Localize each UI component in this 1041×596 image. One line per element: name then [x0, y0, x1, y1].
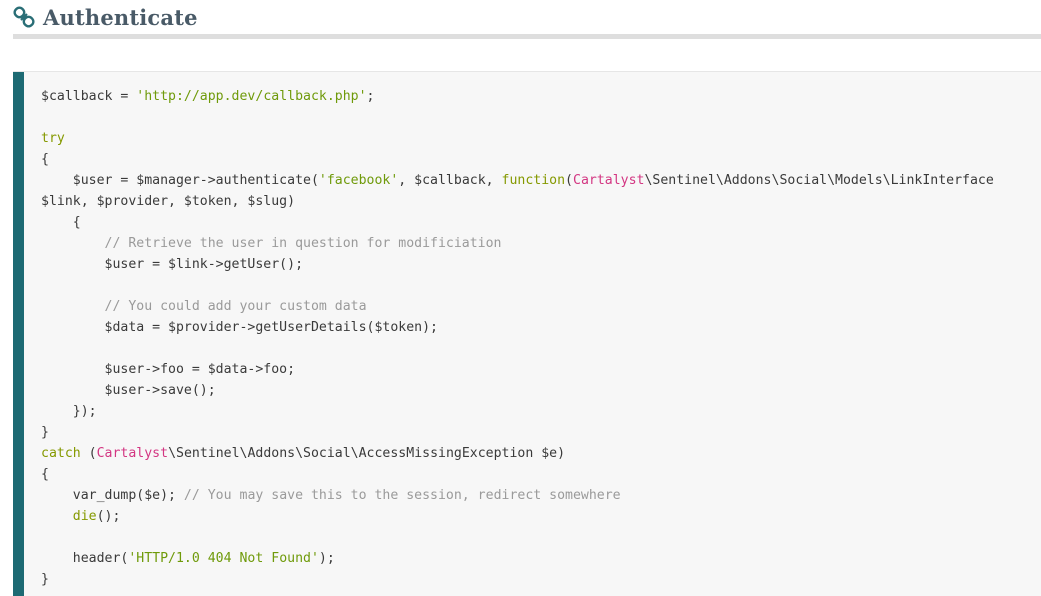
code-line: // You could add your custom data	[41, 296, 994, 317]
code-token: ;	[366, 89, 375, 104]
code-token: 'http://app.dev/callback.php'	[136, 89, 367, 104]
code-token: Cartalyst	[96, 446, 169, 461]
link-icon[interactable]	[13, 6, 35, 28]
code-token: var_dump($e);	[41, 488, 184, 503]
code-token: (	[80, 446, 97, 461]
code-token: // You may save this to the session, red…	[183, 488, 621, 503]
code-line: $user->foo = $data->foo;	[41, 359, 994, 380]
code-token: }	[41, 425, 49, 440]
code-line: }	[41, 422, 994, 443]
code-line: $callback = 'http://app.dev/callback.php…	[41, 86, 994, 107]
code-token: \Sentinel\Addons\Social\Models\LinkInter…	[644, 173, 994, 188]
code-line: $user->save();	[41, 380, 994, 401]
code-token: {	[41, 152, 49, 167]
code-line: $user = $manager->authenticate('facebook…	[41, 170, 994, 191]
code-token: die	[72, 509, 97, 524]
code-token: });	[41, 404, 97, 419]
code-line: $link, $provider, $token, $slug)	[41, 191, 994, 212]
code-token: ();	[96, 509, 121, 524]
code-line: try	[41, 128, 994, 149]
code-line: });	[41, 401, 994, 422]
code-token: (	[565, 173, 573, 188]
code-token: 'HTTP/1.0 404 Not Found'	[128, 551, 319, 566]
code-token: $user->foo = $data->foo;	[41, 362, 296, 377]
code-accent-bar	[13, 72, 24, 596]
code-token: try	[41, 131, 65, 146]
code-token: // Retrieve the user in question for mod…	[41, 236, 502, 251]
code-line: die();	[41, 506, 994, 527]
code-token: {	[41, 215, 81, 230]
code-block[interactable]: $callback = 'http://app.dev/callback.php…	[13, 71, 1041, 596]
code-token: $link, $provider, $token, $slug)	[41, 194, 296, 209]
code-token: $callback =	[41, 89, 137, 104]
code-line: $data = $provider->getUserDetails($token…	[41, 317, 994, 338]
code-token: function	[501, 173, 566, 188]
code-content[interactable]: $callback = 'http://app.dev/callback.php…	[41, 86, 994, 590]
code-token: }	[41, 572, 49, 587]
code-token: $user->save();	[41, 383, 216, 398]
code-token: \Sentinel\Addons\Social\AccessMissingExc…	[168, 446, 566, 461]
code-token: {	[41, 467, 49, 482]
code-token: 'facebook'	[318, 173, 399, 188]
code-line: // Retrieve the user in question for mod…	[41, 233, 994, 254]
heading-divider	[13, 34, 1041, 39]
code-line: header('HTTP/1.0 404 Not Found');	[41, 548, 994, 569]
section-heading: Authenticate	[13, 0, 1041, 34]
code-token: catch	[41, 446, 81, 461]
code-line: }	[41, 569, 994, 590]
code-line: var_dump($e); // You may save this to th…	[41, 485, 994, 506]
code-token: );	[318, 551, 335, 566]
code-token: $data = $provider->getUserDetails($token…	[41, 320, 438, 335]
code-token: header(	[41, 551, 129, 566]
code-line: $user = $link->getUser();	[41, 254, 994, 275]
code-token: Cartalyst	[573, 173, 645, 188]
code-token: $user = $link->getUser();	[41, 257, 304, 272]
code-token: $user = $manager->authenticate(	[41, 173, 319, 188]
section-title: Authenticate	[43, 4, 198, 30]
code-line: {	[41, 464, 994, 485]
code-line: catch (Cartalyst\Sentinel\Addons\Social\…	[41, 443, 994, 464]
code-token: // You could add your custom data	[41, 299, 367, 314]
code-line: {	[41, 149, 994, 170]
code-line: {	[41, 212, 994, 233]
code-token: , $callback,	[398, 173, 502, 188]
